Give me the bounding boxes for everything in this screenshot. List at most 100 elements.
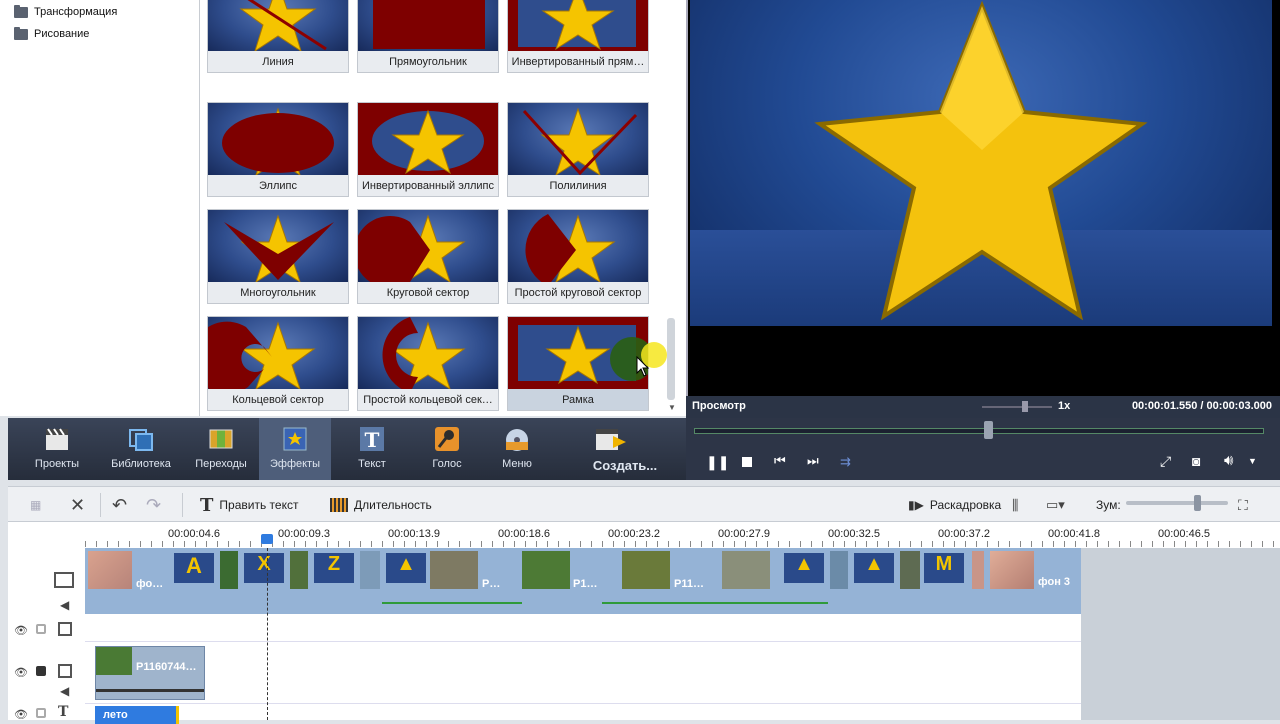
transition-clip[interactable]: A — [174, 553, 214, 583]
fit-to-window-icon[interactable]: ⛶ — [1238, 495, 1248, 515]
video-clip[interactable] — [622, 551, 670, 589]
undo-icon[interactable]: ↶ — [112, 495, 127, 515]
visibility-eye-icon[interactable]: 👁︎ — [14, 666, 28, 679]
playhead-marker[interactable] — [261, 534, 273, 544]
delete-icon[interactable]: ✕ — [70, 495, 85, 515]
transition-clip[interactable]: M — [924, 553, 964, 583]
volume-dropdown-icon[interactable]: ▼ — [1248, 456, 1257, 466]
monitor-icon[interactable]: ▭▾ — [1046, 495, 1065, 515]
tree-item-drawing[interactable]: Рисование — [14, 25, 89, 43]
effect-tile-label: Инвертированный эллипс — [361, 180, 495, 192]
next-frame-icon[interactable]: ⏭ — [807, 453, 819, 469]
tree-item-label: Трансформация — [34, 6, 118, 18]
overlay-track[interactable] — [85, 642, 1081, 704]
tab-library[interactable]: Библиотека — [105, 418, 177, 480]
tree-item-transform[interactable]: Трансформация — [14, 3, 117, 21]
visibility-eye-icon[interactable]: 👁︎ — [14, 708, 28, 721]
mute-icon[interactable]: ◀︎ — [60, 684, 69, 698]
duration-label: Длительность — [354, 498, 432, 512]
video-clip[interactable] — [972, 551, 984, 589]
fullscreen-icon[interactable]: ⤢ — [1160, 453, 1171, 470]
video-clip[interactable] — [522, 551, 570, 589]
storyboard-button[interactable]: ▮▶ Раскадровка — [908, 495, 1001, 515]
effect-tile-ring-sector[interactable]: Кольцевой сектор — [207, 316, 349, 411]
pause-icon[interactable]: ❚❚ — [706, 454, 729, 471]
lock-icon[interactable] — [36, 708, 46, 718]
separator — [100, 493, 101, 517]
transition-clip[interactable]: ▲ — [784, 553, 824, 583]
seek-bar[interactable] — [694, 428, 1264, 434]
ruler-tick-label: 00:00:32.5 — [828, 528, 880, 540]
zoom-slider-track[interactable] — [1126, 501, 1228, 505]
audio-mixer-icon[interactable]: ⫼ — [1012, 495, 1018, 515]
overlay-clip[interactable]: P1160744… — [95, 646, 205, 700]
transition-clip[interactable]: ▲ — [386, 553, 426, 583]
effect-tile-inverted-rectangle[interactable]: Инвертированный прям… — [507, 0, 649, 73]
speed-slider-thumb[interactable] — [1022, 401, 1028, 412]
scroll-down-arrow-icon[interactable]: ▼ — [667, 403, 677, 413]
mute-icon[interactable]: ◀︎ — [60, 598, 69, 612]
effects-scrollbar-thumb[interactable] — [667, 318, 675, 400]
tree-item-label: Рисование — [34, 28, 90, 40]
volume-icon[interactable]: 🔊︎ — [1224, 452, 1233, 469]
effect-tile-label: Простой кольцевой сек… — [363, 394, 493, 406]
storyboard-label: Раскадровка — [929, 498, 1002, 512]
video-clip[interactable] — [722, 551, 770, 589]
tab-menu[interactable]: Меню — [481, 418, 553, 480]
effect-tile-polyline[interactable]: Полилиния — [507, 102, 649, 197]
video-clip[interactable] — [220, 551, 238, 589]
tab-projects[interactable]: Проекты — [21, 418, 93, 480]
effect-tile-ellipse[interactable]: Эллипс — [207, 102, 349, 197]
edit-text-label: Править текст — [219, 498, 299, 512]
previous-frame-icon[interactable]: ⏮ — [774, 453, 786, 469]
effect-tile-line[interactable]: Линия — [207, 0, 349, 73]
video-clip[interactable] — [290, 551, 308, 589]
video-clip[interactable] — [990, 551, 1034, 589]
text-clip[interactable]: лето — [95, 706, 179, 724]
transition-clip[interactable]: ▲ — [854, 553, 894, 583]
folder-icon — [14, 4, 28, 18]
video-clip[interactable] — [830, 551, 848, 589]
zoom-slider-thumb[interactable] — [1194, 495, 1201, 511]
clip-label: Р… — [482, 578, 501, 590]
timeline-empty-area — [1081, 548, 1280, 720]
video-clip[interactable] — [88, 551, 132, 589]
video-clip[interactable] — [360, 551, 380, 589]
snapshot-icon[interactable]: ◙ — [1192, 453, 1200, 469]
seek-thumb[interactable] — [984, 421, 993, 439]
visibility-eye-icon[interactable]: 👁︎ — [14, 624, 28, 637]
tab-text[interactable]: T Текст — [336, 418, 408, 480]
ruler-tick-label: 00:00:04.6 — [168, 528, 220, 540]
video-clip[interactable] — [900, 551, 920, 589]
effect-tile-simple-circle-sector[interactable]: Простой круговой сектор — [507, 209, 649, 304]
effects-track[interactable] — [85, 614, 1081, 642]
effect-tile-frame[interactable]: Рамка — [507, 316, 649, 411]
create-button[interactable]: Создать... — [575, 418, 675, 480]
lock-icon[interactable] — [36, 666, 46, 676]
effect-tile-inverted-ellipse[interactable]: Инвертированный эллипс — [357, 102, 499, 197]
duration-button[interactable]: Длительность — [330, 495, 432, 515]
effect-tile-rectangle[interactable]: Прямоугольник — [357, 0, 499, 73]
split-icon[interactable]: ▦ — [30, 495, 41, 515]
tab-transitions[interactable]: Переходы — [185, 418, 257, 480]
overlay-audio-line — [96, 689, 204, 692]
ruler-tick-label: 00:00:09.3 — [278, 528, 330, 540]
time-ruler[interactable]: 00:00:04.6 00:00:09.3 00:00:13.9 00:00:1… — [8, 522, 1280, 548]
edit-text-button[interactable]: T Править текст — [200, 495, 299, 516]
transition-clip[interactable]: Z — [314, 553, 354, 583]
effect-tile-circle-sector[interactable]: Круговой сектор — [357, 209, 499, 304]
loop-icon[interactable]: ⇉ — [840, 454, 851, 470]
effect-tile-label: Многоугольник — [240, 287, 316, 299]
microphone-icon — [435, 427, 459, 451]
redo-icon[interactable]: ↷ — [146, 495, 161, 515]
lock-icon[interactable] — [36, 624, 46, 634]
tab-voice[interactable]: Голос — [411, 418, 483, 480]
effect-tile-simple-ring-sector[interactable]: Простой кольцевой сек… — [357, 316, 499, 411]
effect-tile-polygon[interactable]: Многоугольник — [207, 209, 349, 304]
speed-slider-track[interactable] — [982, 406, 1052, 408]
transition-clip[interactable]: X — [244, 553, 284, 583]
stop-icon[interactable] — [742, 457, 752, 467]
video-clip[interactable] — [430, 551, 478, 589]
tab-effects[interactable]: Эффекты — [259, 418, 331, 480]
overlay-thumbnail — [96, 647, 132, 675]
